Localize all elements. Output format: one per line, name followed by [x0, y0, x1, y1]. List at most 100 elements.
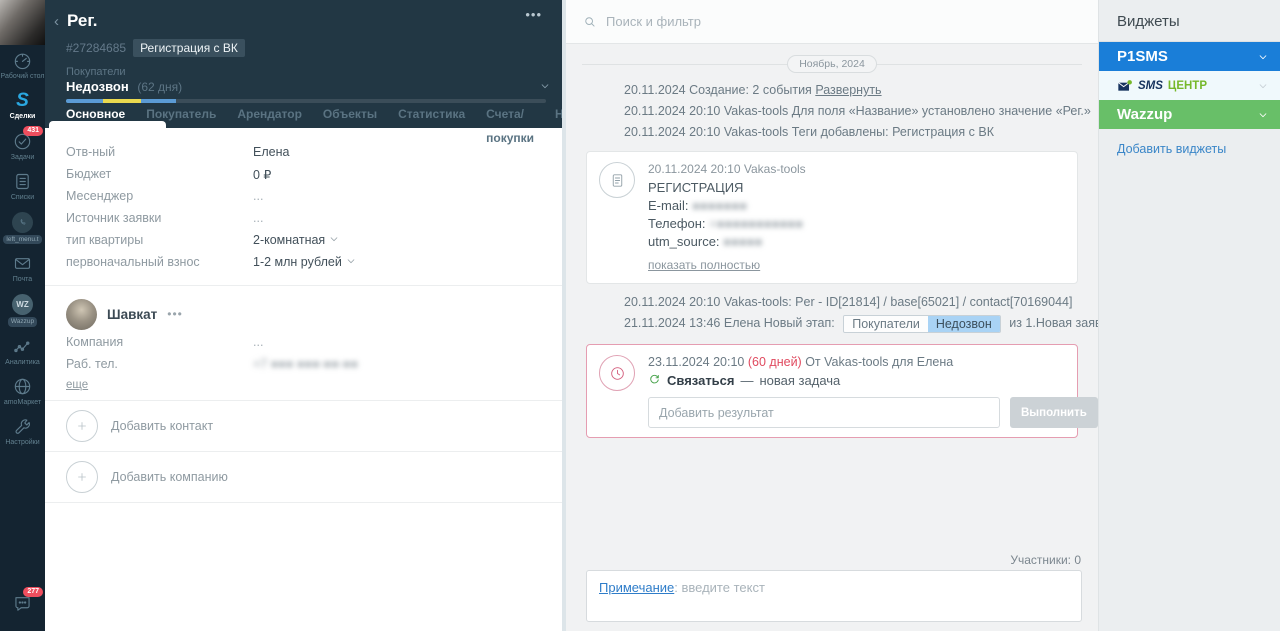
sidebar-item-chats[interactable]: 277	[0, 587, 45, 617]
task-description: новая задача	[760, 373, 841, 388]
feed-event-stage-change: 21.11.2024 13:46 Елена Новый этап: Покуп…	[586, 313, 1078, 334]
deal-id-row: #27284685 Регистрация с ВК	[66, 39, 245, 57]
sidebar-item-wazzup[interactable]: WZ Wazzup	[0, 289, 45, 331]
settings-wrench-icon	[12, 416, 33, 437]
date-separator: Ноябрь, 2024	[582, 55, 1082, 73]
add-company-button[interactable]: Добавить компанию	[45, 451, 566, 503]
add-contact-button[interactable]: Добавить контакт	[45, 400, 566, 451]
widget-wazzup-label: Wazzup	[1117, 106, 1172, 123]
contact-avatar[interactable]	[66, 299, 97, 330]
event-text: 20.11.2024 Создание: 2 события	[624, 83, 812, 97]
deal-scrollbar[interactable]	[562, 0, 566, 631]
sidebar-item-deals[interactable]: S Сделки	[0, 85, 45, 125]
event-text: 21.11.2024 13:46 Елена Новый этап:	[624, 316, 835, 330]
show-full-link[interactable]: показать полностью	[648, 258, 760, 272]
field-label: Источник заявки	[66, 211, 253, 225]
search-icon	[583, 15, 597, 29]
task-overdue-days: (60 дней)	[748, 355, 802, 369]
whatsapp-icon	[12, 212, 33, 233]
tab-main[interactable]: Основное	[65, 102, 126, 128]
field-value[interactable]: ...	[253, 335, 263, 349]
utm-value-redacted: ●●●●●	[723, 234, 762, 249]
field-apartment-type: тип квартиры 2-комнатная	[45, 229, 566, 251]
sidebar-item-label: Сделки	[10, 113, 36, 121]
sidebar-item-whatsapp[interactable]: left_menu.t	[0, 207, 45, 249]
lists-icon	[12, 171, 33, 192]
field-value[interactable]: 0 ₽	[253, 167, 271, 182]
sidebar-item-lists[interactable]: Списки	[0, 166, 45, 206]
stage-row[interactable]: Недозвон (62 дня)	[66, 79, 182, 94]
user-avatar[interactable]	[0, 0, 45, 45]
contact-kebab-menu[interactable]: •••	[167, 307, 183, 321]
note-input-box[interactable]: Примечание: введите текст	[586, 570, 1082, 622]
back-button[interactable]: ‹	[54, 13, 59, 30]
task-from: От Vakas-tools для Елена	[805, 355, 953, 369]
field-value[interactable]: ...	[253, 211, 263, 225]
plus-icon	[66, 410, 98, 442]
deal-tag[interactable]: Регистрация с ВК	[133, 39, 245, 57]
email-label: E-mail:	[648, 198, 688, 213]
deal-title[interactable]: Рег.	[67, 11, 97, 31]
stage-chip: Недозвон	[928, 316, 1000, 332]
field-value-dropdown[interactable]: 1-2 млн рублей	[253, 255, 356, 269]
stage-chip-group: Покупатели Недозвон	[843, 315, 1001, 333]
note-type-link[interactable]: Примечание	[599, 580, 674, 595]
field-messenger: Месенджер ...	[45, 185, 566, 207]
sidebar-item-mail[interactable]: Почта	[0, 248, 45, 288]
deal-header: ‹ Рег. ••• #27284685 Регистрация с ВК По…	[45, 0, 566, 128]
task-header: 23.11.2024 20:10 (60 дней) От Vakas-tool…	[648, 355, 1098, 369]
task-card: 23.11.2024 20:10 (60 дней) От Vakas-tool…	[586, 344, 1078, 438]
utm-label: utm_source:	[648, 234, 720, 249]
add-widgets-link[interactable]: Добавить виджеты	[1099, 129, 1280, 169]
event-text: 20.11.2024 20:10 Vakas-tools Теги добавл…	[624, 125, 994, 139]
chevron-down-icon	[1258, 110, 1268, 120]
field-value-dropdown[interactable]: 2-комнатная	[253, 233, 339, 247]
feed-event: 20.11.2024 20:10 Vakas-tools: Per - ID[2…	[586, 292, 1078, 313]
complete-task-button[interactable]: Выполнить	[1010, 397, 1098, 428]
tab-tenant[interactable]: Арендатор	[236, 102, 303, 128]
task-recurring-icon	[648, 372, 661, 388]
participants-count: Участники: 0	[1010, 553, 1081, 567]
plus-icon	[66, 461, 98, 493]
widget-wazzup[interactable]: Wazzup	[1099, 100, 1280, 129]
sidebar-item-tasks[interactable]: 431 Задачи	[0, 126, 45, 166]
widget-p1sms-label: P1SMS	[1117, 48, 1168, 65]
add-contact-label: Добавить контакт	[111, 419, 213, 433]
feed-search-bar	[566, 0, 1098, 44]
field-value[interactable]: ...	[253, 189, 263, 203]
chevron-down-icon	[346, 255, 356, 269]
field-lead-source: Источник заявки ...	[45, 207, 566, 229]
note-phone-line: Телефон: +●●●●●●●●●●●	[648, 215, 806, 233]
search-input[interactable]	[606, 14, 1081, 29]
deal-kebab-menu[interactable]: •••	[525, 7, 542, 22]
sidebar-item-settings[interactable]: Настройки	[0, 411, 45, 451]
sidebar-item-analytics[interactable]: Аналитика	[0, 331, 45, 371]
expand-link[interactable]: Развернуть	[815, 83, 881, 97]
show-more-link[interactable]: еще	[66, 379, 88, 391]
tab-objects[interactable]: Объекты	[322, 102, 378, 128]
contact-name[interactable]: Шавкат	[107, 307, 157, 322]
task-body: 23.11.2024 20:10 (60 дней) От Vakas-tool…	[648, 355, 1098, 428]
pipeline-chip: Покупатели	[844, 316, 928, 332]
sidebar-item-label: Аналитика	[5, 359, 40, 367]
sidebar-item-amomarket[interactable]: amoМаркет	[0, 371, 45, 411]
task-result-input[interactable]	[648, 397, 1000, 428]
sidebar-item-dashboard[interactable]: Рабочий стол	[0, 45, 45, 85]
widget-p1sms[interactable]: P1SMS	[1099, 42, 1280, 71]
tab-invoices[interactable]: Счета/покупки	[485, 102, 535, 128]
field-value-redacted[interactable]: +7 ●●● ●●●-●●-●●	[253, 357, 358, 371]
field-label: тип квартиры	[66, 233, 253, 247]
tab-statistics[interactable]: Статистика	[397, 102, 466, 128]
widgets-title: Виджеты	[1099, 0, 1280, 42]
field-value[interactable]: Елена	[253, 145, 289, 159]
mail-icon	[12, 253, 33, 274]
field-label: первоначальный взнос	[66, 255, 253, 269]
tab-buyer[interactable]: Покупатель	[145, 102, 217, 128]
note-placeholder: : введите текст	[674, 580, 765, 595]
widget-center-label: ЦЕНТР	[1168, 80, 1207, 92]
chevron-down-icon[interactable]	[540, 78, 550, 96]
chats-count-badge: 277	[23, 587, 43, 597]
deal-id: #27284685	[66, 41, 126, 55]
widget-sms-center[interactable]: SMS ЦЕНТР	[1099, 71, 1280, 100]
field-value: 1-2 млн рублей	[253, 255, 342, 269]
